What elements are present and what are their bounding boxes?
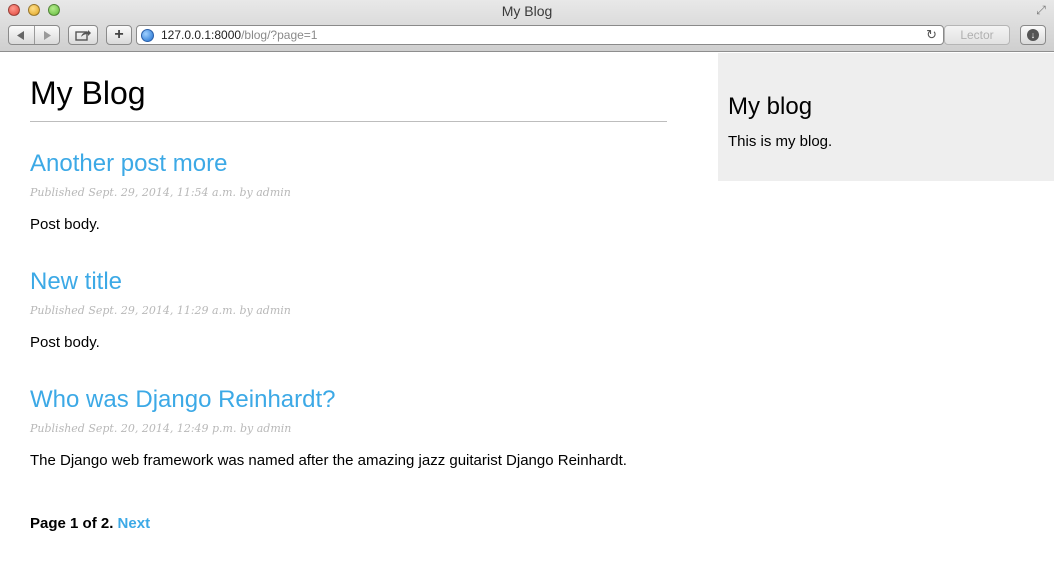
pagination: Page 1 of 2. Next: [30, 515, 150, 533]
pagination-status: Page 1 of 2.: [30, 515, 114, 532]
back-forward-group: [8, 25, 60, 45]
page-title: My Blog: [30, 52, 667, 122]
post-meta: Published Sept. 29, 2014, 11:29 a.m. by …: [30, 304, 291, 317]
reader-button[interactable]: Lector: [944, 25, 1010, 45]
post-meta: Published Sept. 20, 2014, 12:49 p.m. by …: [30, 422, 292, 435]
url-text[interactable]: 127.0.0.1:8000/blog/?page=1: [161, 28, 317, 42]
post-item: Another post more Published Sept. 29, 20…: [30, 150, 291, 234]
post-body: The Django web framework was named after…: [30, 452, 627, 469]
post-body: Post body.: [30, 216, 100, 233]
reload-icon[interactable]: ↻: [926, 28, 937, 42]
share-button[interactable]: [68, 25, 98, 45]
url-host: 127.0.0.1:8000: [161, 28, 242, 42]
post-title-link[interactable]: New title: [30, 268, 122, 296]
sidebar: My blog This is my blog.: [718, 53, 1054, 181]
forward-arrow-icon: [43, 30, 51, 40]
post-item: Who was Django Reinhardt? Published Sept…: [30, 386, 627, 470]
post-item: New title Published Sept. 29, 2014, 11:2…: [30, 268, 291, 352]
sidebar-description: This is my blog.: [728, 133, 833, 150]
main-content: My Blog Another post more Published Sept…: [30, 52, 667, 532]
url-path: /blog/?page=1: [241, 28, 318, 42]
post-meta: Published Sept. 29, 2014, 11:54 a.m. by …: [30, 186, 291, 199]
address-bar[interactable]: 127.0.0.1:8000/blog/?page=1 ↻: [136, 25, 944, 45]
back-arrow-icon: [17, 30, 25, 40]
browser-toolbar: My Blog ⤢ + 127.0.0.1:8000/blog/?page=1 …: [0, 0, 1054, 52]
post-title-link[interactable]: Who was Django Reinhardt?: [30, 386, 336, 414]
back-button[interactable]: [9, 26, 34, 44]
forward-button[interactable]: [33, 26, 60, 44]
window-title: My Blog: [501, 3, 553, 19]
sidebar-title: My blog: [728, 93, 813, 120]
globe-icon: [141, 28, 154, 42]
new-tab-button[interactable]: +: [106, 25, 132, 45]
downloads-button[interactable]: ↓: [1020, 25, 1046, 45]
next-page-link[interactable]: Next: [118, 515, 151, 532]
fullscreen-icon[interactable]: ⤢: [1034, 3, 1048, 17]
post-title-link[interactable]: Another post more: [30, 150, 227, 178]
post-body: Post body.: [30, 334, 100, 351]
share-icon: [75, 30, 91, 41]
download-icon: ↓: [1027, 29, 1039, 41]
